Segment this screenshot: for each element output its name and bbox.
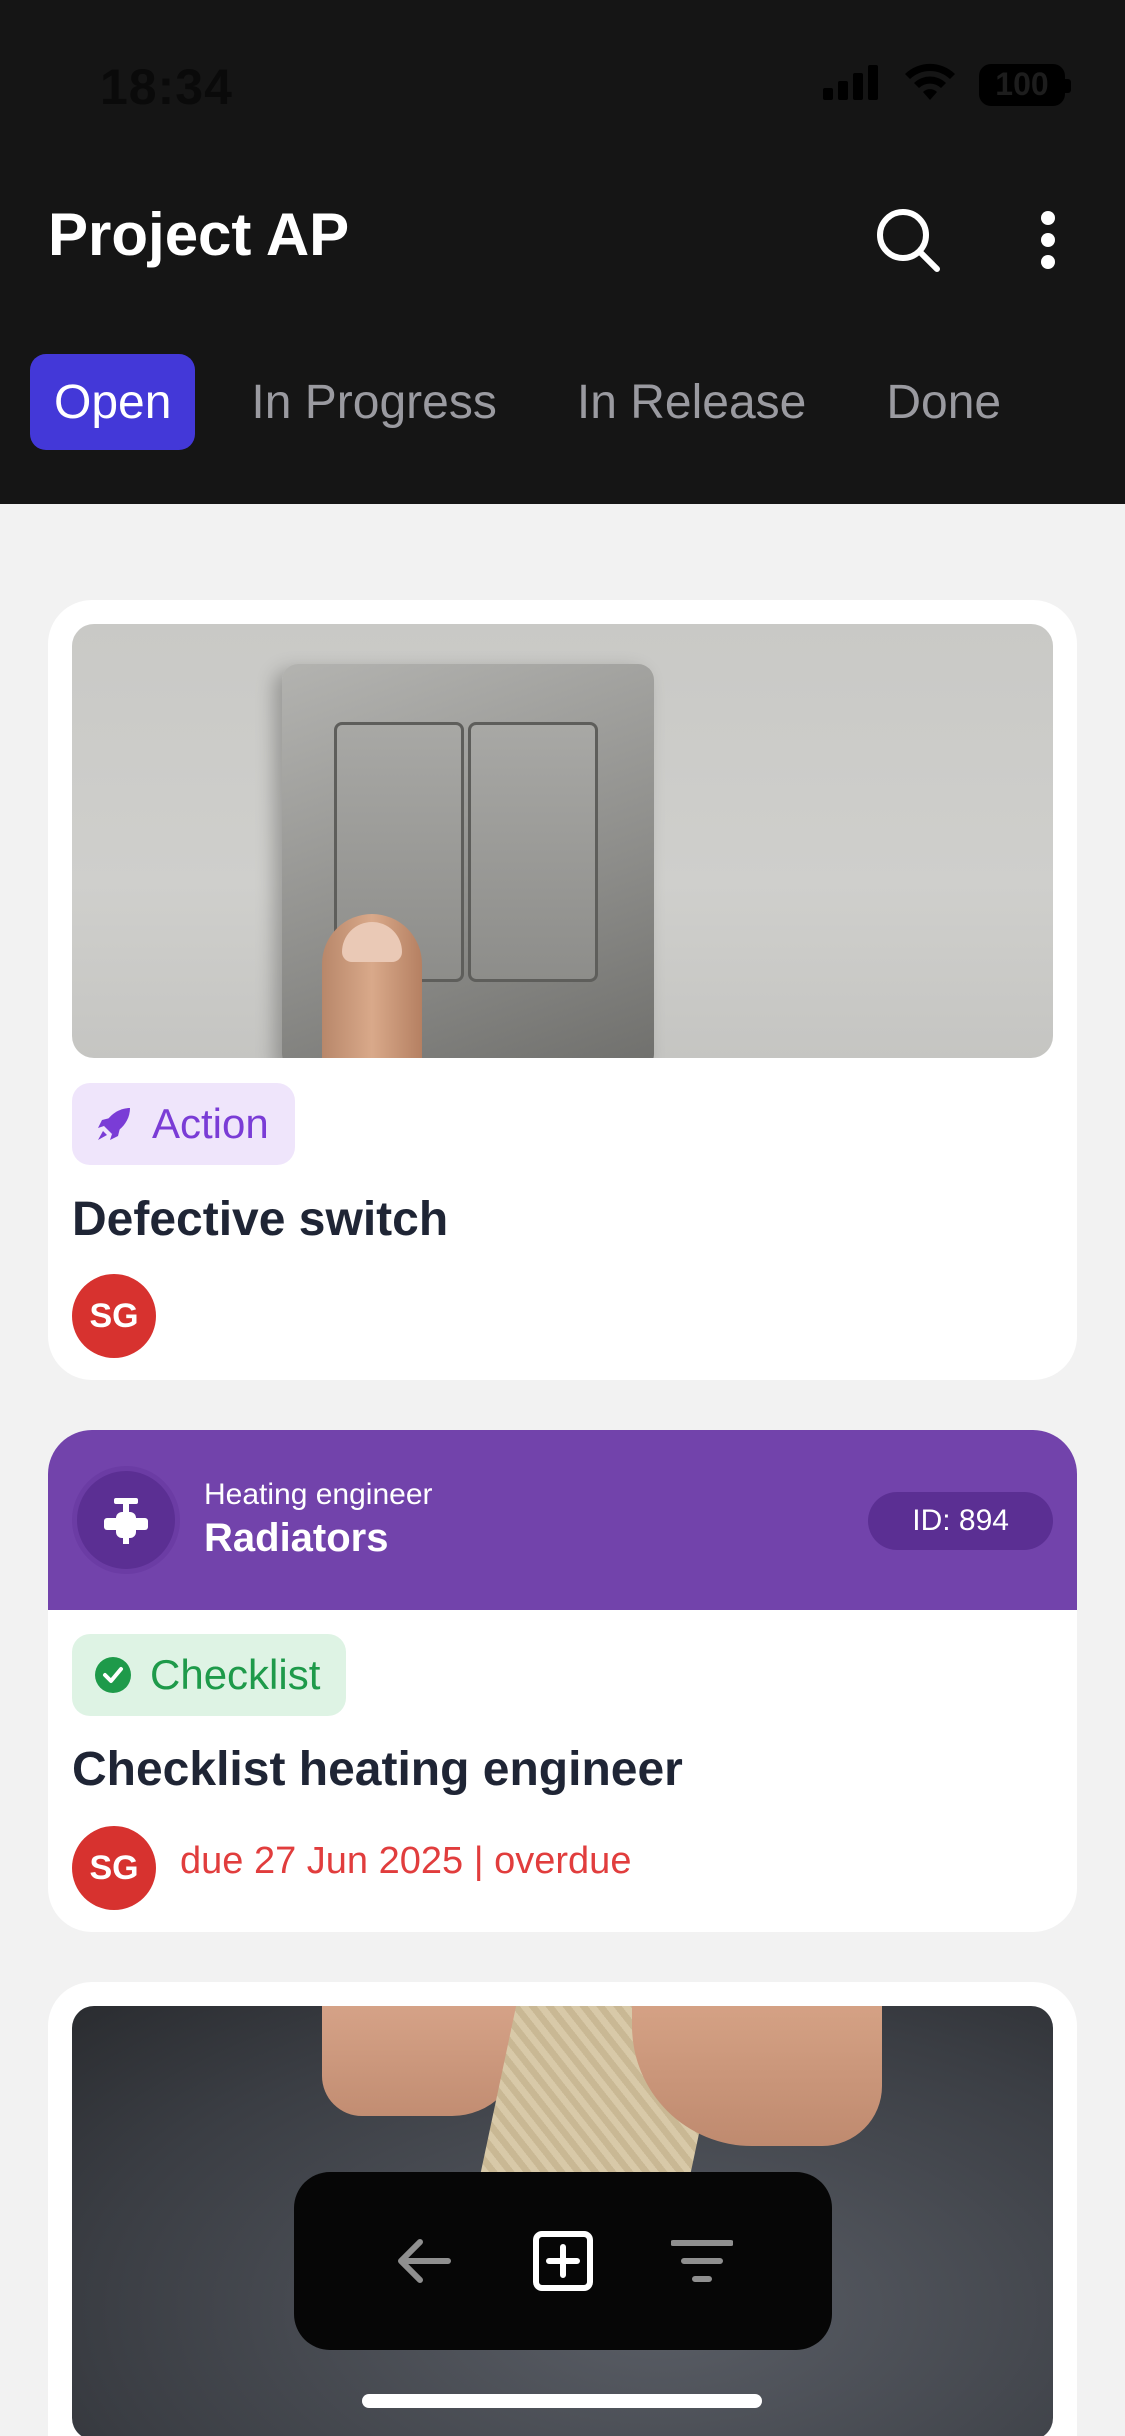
battery-indicator: 100: [979, 63, 1071, 106]
status-time: 18:34: [100, 59, 233, 115]
trade-subtitle: Heating engineer: [204, 1478, 433, 1511]
filter-icon: [671, 2240, 734, 2282]
home-indicator: [362, 2394, 762, 2408]
task-title: Checklist heating engineer: [72, 1743, 683, 1796]
add-button[interactable]: [518, 2216, 608, 2306]
type-badge: Action: [72, 1083, 295, 1165]
type-badge-label: Checklist: [150, 1651, 321, 1698]
task-card[interactable]: Action Defective switch SG: [48, 600, 1077, 1380]
arrow-left-icon: [397, 2239, 451, 2283]
page-title: Project AP: [48, 201, 350, 268]
type-badge: Checklist: [72, 1634, 347, 1716]
more-vertical-icon: [1041, 211, 1055, 269]
due-date: due 27 Jun 2025 | overdue: [180, 1840, 632, 1882]
filter-button[interactable]: [657, 2216, 747, 2306]
check-circle-icon: [95, 1657, 131, 1693]
trade-name: Radiators: [204, 1516, 389, 1560]
tab-done[interactable]: Done: [862, 354, 1025, 450]
bottom-toolbar: [294, 2172, 832, 2350]
avatar: SG: [72, 1826, 156, 1910]
status-icons: 100: [821, 62, 1071, 107]
app-header: 18:34 100 Project AP Open In Progress In…: [0, 0, 1125, 504]
more-button[interactable]: [1008, 200, 1088, 280]
avatar: SG: [72, 1274, 156, 1358]
plus-square-icon: [532, 2231, 593, 2291]
rocket-icon: [98, 1108, 130, 1140]
tab-in-progress[interactable]: In Progress: [227, 354, 520, 450]
task-photo: [72, 624, 1053, 1058]
back-button[interactable]: [379, 2216, 469, 2306]
search-icon: [877, 209, 940, 272]
type-badge-label: Action: [152, 1100, 269, 1147]
trade-icon-wrap: [72, 1466, 180, 1574]
task-card[interactable]: Heating engineer Radiators ID: 894 Check…: [48, 1430, 1077, 1932]
signal-icon: [821, 64, 881, 105]
radiator-valve-icon: [104, 1498, 148, 1544]
tab-in-release[interactable]: In Release: [553, 354, 830, 450]
task-title: Defective switch: [72, 1193, 449, 1246]
trade-header: Heating engineer Radiators ID: 894: [48, 1430, 1077, 1610]
battery-level: 100: [995, 66, 1049, 103]
search-button[interactable]: [868, 200, 948, 280]
id-badge: ID: 894: [868, 1492, 1053, 1550]
tab-open[interactable]: Open: [30, 354, 196, 450]
wifi-icon: [903, 62, 957, 107]
status-tabs: Open In Progress In Release Done: [30, 354, 1057, 450]
